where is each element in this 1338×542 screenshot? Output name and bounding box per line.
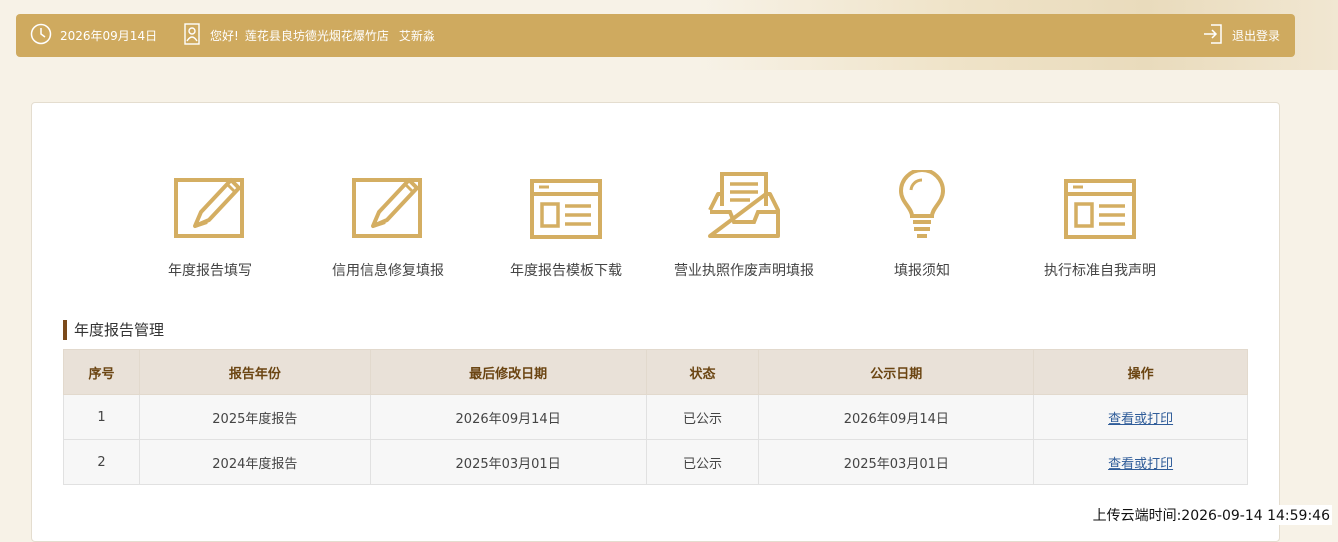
greeting-text: 您好! (210, 29, 239, 43)
user-icon (182, 23, 210, 48)
user-info: 您好! 莲花县良坊德光烟花爆竹店 艾新淼 (182, 14, 435, 57)
menu-standard-declaration[interactable]: 执行标准自我声明 (1015, 166, 1185, 280)
top-bar: 2026年09月14日 您好! 莲花县良坊德光烟花爆竹店 艾新淼 退出登录 (16, 14, 1295, 57)
date-display: 2026年09月14日 (30, 14, 157, 57)
logout-icon (1202, 23, 1232, 48)
view-print-link[interactable]: 查看或打印 (1108, 412, 1173, 427)
date-text: 2026年09月14日 (60, 29, 158, 43)
template-icon (1015, 166, 1185, 240)
clock-icon (30, 23, 60, 48)
user-name: 艾新淼 (398, 29, 435, 43)
upload-timestamp: 上传云端时间:2026-09-14 14:59:46 (1090, 505, 1332, 525)
menu-label: 年度报告模板下载 (510, 263, 622, 279)
cell-action: 查看或打印 (1033, 439, 1248, 485)
menu-template-download[interactable]: 年度报告模板下载 (481, 166, 651, 280)
logout-button[interactable]: 退出登录 (1202, 14, 1280, 57)
column-header: 最后修改日期 (369, 349, 647, 395)
menu-label: 填报须知 (894, 263, 950, 279)
inbox-document-icon (659, 166, 829, 240)
table-row: 1 2025年度报告 2026年09月14日 已公示 2026年09月14日 查… (63, 394, 1248, 440)
company-name: 莲花县良坊德光烟花爆竹店 (244, 29, 389, 43)
section-title: 年度报告管理 (63, 320, 164, 340)
view-print-link[interactable]: 查看或打印 (1108, 457, 1173, 472)
cell-year: 2025年度报告 (138, 394, 371, 440)
edit-icon (125, 166, 295, 240)
menu-label: 年度报告填写 (168, 263, 252, 279)
cell-published: 2025年03月01日 (758, 439, 1035, 485)
template-icon (481, 166, 651, 240)
edit-icon (303, 166, 473, 240)
column-header: 状态 (645, 349, 760, 395)
menu-annual-report-fill[interactable]: 年度报告填写 (125, 166, 295, 280)
menu-credit-repair[interactable]: 信用信息修复填报 (303, 166, 473, 280)
cell-no: 2 (63, 439, 140, 485)
cell-published: 2026年09月14日 (758, 394, 1035, 440)
menu-label: 执行标准自我声明 (1044, 263, 1156, 279)
menu-label: 信用信息修复填报 (332, 263, 444, 279)
cell-modified: 2025年03月01日 (369, 439, 647, 485)
cell-status: 已公示 (645, 439, 760, 485)
cell-action: 查看或打印 (1033, 394, 1248, 440)
report-table: 序号 报告年份 最后修改日期 状态 公示日期 操作 1 2025年度报告 202… (63, 349, 1248, 485)
lightbulb-icon (837, 166, 1007, 240)
column-header: 报告年份 (138, 349, 371, 395)
cell-status: 已公示 (645, 394, 760, 440)
cell-year: 2024年度报告 (138, 439, 371, 485)
table-header-row: 序号 报告年份 最后修改日期 状态 公示日期 操作 (63, 349, 1248, 395)
cell-no: 1 (63, 394, 140, 440)
menu-notice[interactable]: 填报须知 (837, 166, 1007, 280)
cell-modified: 2026年09月14日 (369, 394, 647, 440)
column-header: 公示日期 (758, 349, 1035, 395)
menu-license-void[interactable]: 营业执照作废声明填报 (659, 166, 829, 280)
table-row: 2 2024年度报告 2025年03月01日 已公示 2025年03月01日 查… (63, 439, 1248, 485)
column-header: 操作 (1033, 349, 1248, 395)
menu-label: 营业执照作废声明填报 (674, 263, 814, 279)
column-header: 序号 (63, 349, 140, 395)
logout-label: 退出登录 (1231, 29, 1280, 43)
